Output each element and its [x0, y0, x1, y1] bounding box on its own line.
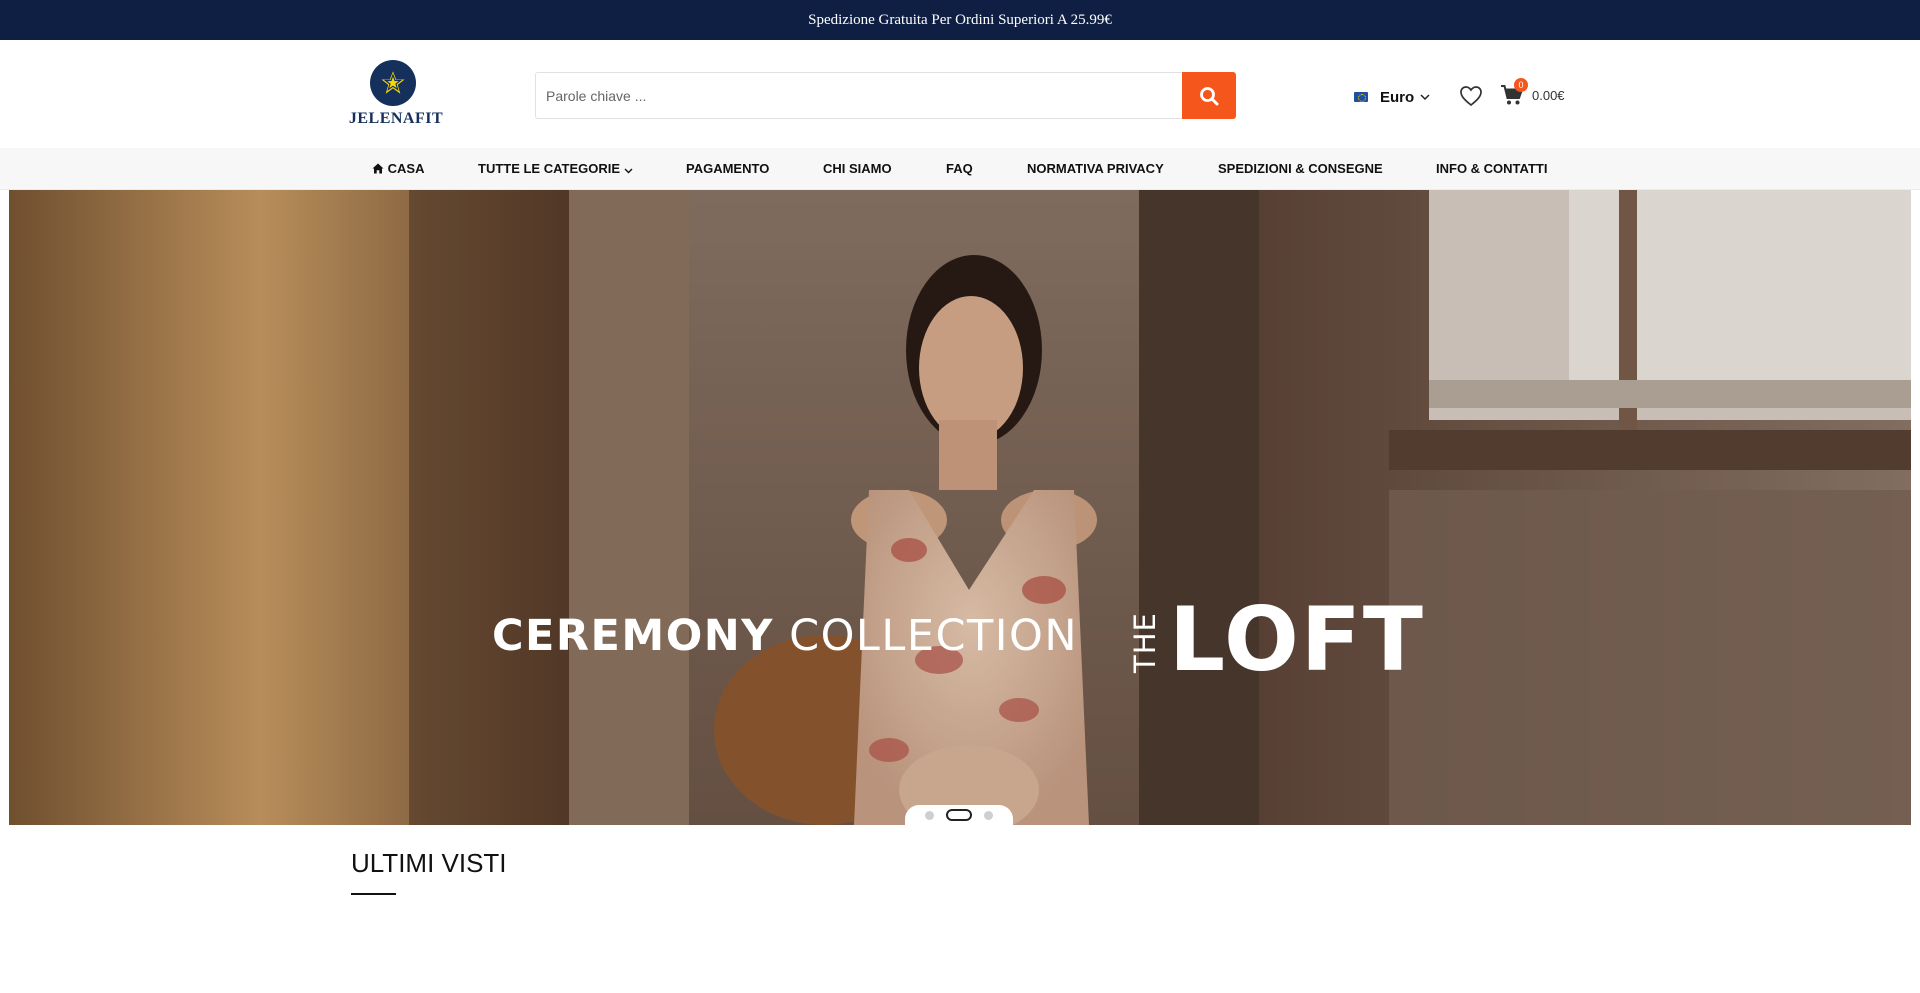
nav-item-label: CHI SIAMO	[823, 161, 892, 176]
header: JELENAFIT Euro 0 0.00€	[0, 40, 1920, 148]
nav-item-info-contatti[interactable]: INFO & CONTATTI	[1436, 148, 1547, 190]
main-nav: CASA TUTTE LE CATEGORIE PAGAMENTO CHI SI…	[0, 148, 1920, 190]
section-title-underline	[351, 893, 396, 895]
logo-star-icon	[370, 60, 416, 106]
heart-icon	[1460, 86, 1482, 107]
hero-headline-bold: CEREMONY	[492, 611, 774, 661]
nav-item-faq[interactable]: FAQ	[946, 148, 973, 190]
search-icon	[1200, 86, 1219, 105]
hero-headline-light: COLLECTION	[789, 611, 1078, 661]
search-bar	[535, 72, 1236, 119]
slider-dot[interactable]	[925, 810, 934, 820]
currency-selector[interactable]: Euro	[1354, 86, 1430, 108]
announcement-text: Spedizione Gratuita Per Ordini Superiori…	[808, 11, 1112, 28]
logo[interactable]: JELENAFIT	[347, 60, 445, 130]
slider-dots	[905, 805, 1013, 825]
hero-loft-text: LOFT	[1169, 588, 1425, 691]
section-title: ULTIMI VISTI	[351, 848, 507, 878]
nav-item-tutte-le-categorie[interactable]: TUTTE LE CATEGORIE	[478, 148, 633, 190]
nav-item-label: TUTTE LE CATEGORIE	[478, 161, 621, 176]
hero-image	[9, 190, 1911, 825]
home-icon	[372, 163, 384, 174]
cart-total[interactable]: 0.00€	[1532, 88, 1565, 103]
nav-item-label: SPEDIZIONI & CONSEGNE	[1218, 161, 1383, 176]
cart-count-badge: 0	[1514, 78, 1528, 92]
nav-item-label: INFO & CONTATTI	[1436, 161, 1548, 176]
nav-item-label: CASA	[387, 161, 425, 176]
nav-item-pagamento[interactable]: PAGAMENTO	[686, 148, 769, 190]
wishlist-button[interactable]	[1459, 85, 1483, 107]
logo-text: JELENAFIT	[348, 110, 444, 127]
chevron-down-icon	[1420, 93, 1430, 100]
chevron-down-icon	[624, 168, 633, 174]
announcement-bar: Spedizione Gratuita Per Ordini Superiori…	[0, 0, 1920, 40]
nav-item-label: PAGAMENTO	[686, 161, 770, 176]
nav-item-casa[interactable]: CASA	[372, 148, 424, 190]
nav-item-normativa-privacy[interactable]: NORMATIVA PRIVACY	[1027, 148, 1164, 190]
hero-slider[interactable]: CEREMONY COLLECTION THE LOFT	[9, 190, 1911, 825]
search-button[interactable]	[1182, 72, 1236, 119]
hero-headline: CEREMONY COLLECTION	[492, 611, 1078, 661]
hero-the-text: THE	[1128, 612, 1162, 673]
nav-item-label: NORMATIVA PRIVACY	[1027, 161, 1164, 176]
slider-dot-active[interactable]	[946, 809, 972, 821]
nav-item-spedizioni-consegne[interactable]: SPEDIZIONI & CONSEGNE	[1218, 148, 1383, 190]
nav-item-chi-siamo[interactable]: CHI SIAMO	[823, 148, 892, 190]
search-input[interactable]	[535, 72, 1182, 119]
eu-flag-icon	[1354, 92, 1368, 102]
slider-dot[interactable]	[984, 810, 993, 820]
currency-label: Euro	[1380, 88, 1415, 106]
nav-item-label: FAQ	[946, 161, 973, 176]
